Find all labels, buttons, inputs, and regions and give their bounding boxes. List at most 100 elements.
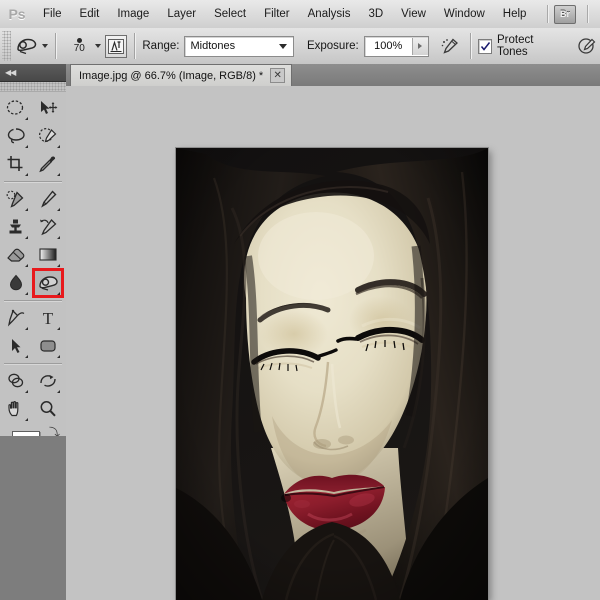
- photoshop-logo-icon: Ps: [8, 6, 26, 22]
- menu-item-3d[interactable]: 3D: [359, 1, 392, 27]
- tools-panel: ◀◀ T ⤵: [0, 64, 71, 511]
- exposure-slider-arrow[interactable]: [411, 37, 428, 55]
- close-icon[interactable]: ✕: [270, 68, 286, 83]
- lasso-tool-icon: [7, 128, 25, 144]
- document-canvas[interactable]: [176, 148, 488, 600]
- flyout-corner-icon: [57, 173, 60, 176]
- menu-item-window[interactable]: Window: [435, 1, 494, 27]
- marquee-tool[interactable]: [2, 95, 30, 121]
- left-gutter-below-tools: [0, 436, 67, 600]
- flyout-corner-icon: [57, 264, 60, 267]
- launch-bridge-button[interactable]: Br: [554, 4, 576, 24]
- menu-item-help[interactable]: Help: [494, 1, 536, 27]
- tools-panel-drag-grip[interactable]: [0, 82, 66, 92]
- menu-item-layer[interactable]: Layer: [158, 1, 205, 27]
- tool-preset-picker-arrow[interactable]: [42, 44, 49, 48]
- tools-divider: [4, 300, 62, 301]
- dodge-tool-icon: [39, 276, 58, 291]
- portrait-photograph: [176, 148, 488, 600]
- spot-healing-brush-icon: [6, 190, 24, 208]
- blur-tool-icon: [9, 274, 23, 291]
- menu-item-file[interactable]: File: [34, 1, 71, 27]
- document-tab-title: Image.jpg @ 66.7% (Image, RGB/8) *: [79, 69, 264, 82]
- hand-tool[interactable]: [2, 396, 30, 422]
- 3d-camera-rotate-tool[interactable]: [34, 368, 62, 394]
- brush-picker-arrow[interactable]: [94, 44, 101, 48]
- range-value: Midtones: [190, 40, 236, 52]
- tool-row: [0, 395, 66, 423]
- protect-tones-row[interactable]: Protect Tones: [477, 34, 568, 58]
- pen-tool[interactable]: [2, 305, 30, 331]
- gradient-tool[interactable]: [34, 242, 62, 268]
- flyout-corner-icon: [57, 292, 60, 295]
- menu-bar-edge: [594, 1, 600, 27]
- tool-row: T: [0, 304, 66, 332]
- eyedropper-tool-icon: [39, 156, 56, 173]
- dodge-tool-icon[interactable]: [13, 33, 40, 59]
- quick-selection-tool[interactable]: [34, 123, 62, 149]
- double-chevron-left-icon[interactable]: ◀◀: [5, 68, 16, 77]
- menu-item-image[interactable]: Image: [108, 1, 158, 27]
- tool-row: [0, 94, 66, 122]
- pen-tool-icon: [7, 309, 25, 327]
- tool-row: [0, 241, 66, 269]
- eyedropper-tool[interactable]: [34, 151, 62, 177]
- menu-item-filter[interactable]: Filter: [255, 1, 299, 27]
- tools-panel-collapse-header[interactable]: ◀◀: [0, 64, 71, 82]
- brush-preset-picker-icon[interactable]: [104, 34, 128, 58]
- eraser-tool[interactable]: [2, 242, 30, 268]
- 3d-object-rotate-tool[interactable]: [2, 368, 30, 394]
- menu-item-analysis[interactable]: Analysis: [299, 1, 360, 27]
- flyout-corner-icon: [57, 390, 60, 393]
- document-tab-strip: Image.jpg @ 66.7% (Image, RGB/8) * ✕: [66, 64, 600, 87]
- flyout-corner-icon: [57, 355, 60, 358]
- brush-tool-icon: [41, 190, 57, 208]
- blur-tool[interactable]: [2, 270, 30, 296]
- move-tool[interactable]: [34, 95, 62, 121]
- brush-tool[interactable]: [34, 186, 62, 212]
- zoom-tool[interactable]: [34, 396, 62, 422]
- menu-bar-separator: [547, 5, 548, 23]
- 3d-camera-rotate-icon: [40, 375, 56, 387]
- tool-options-bar: 70 Range: Midtones Exposure: 100% Protec…: [0, 28, 600, 65]
- quick-selection-tool-icon: [38, 127, 57, 143]
- marquee-tool-icon: [6, 100, 24, 115]
- airbrush-icon[interactable]: [436, 33, 463, 59]
- menu-item-view[interactable]: View: [392, 1, 435, 27]
- zoom-tool-icon: [40, 401, 56, 417]
- flyout-corner-icon: [25, 390, 28, 393]
- path-selection-tool[interactable]: [2, 333, 30, 359]
- crop-tool[interactable]: [2, 151, 30, 177]
- tool-row: [0, 213, 66, 241]
- flyout-corner-icon: [25, 208, 28, 211]
- checkmark-icon: [480, 41, 490, 51]
- lasso-tool[interactable]: [2, 123, 30, 149]
- exposure-field[interactable]: 100%: [363, 35, 429, 57]
- flyout-corner-icon: [25, 355, 28, 358]
- clone-stamp-tool-icon: [9, 219, 22, 234]
- history-brush-tool[interactable]: [34, 214, 62, 240]
- shape-tool[interactable]: [34, 333, 62, 359]
- menu-item-edit[interactable]: Edit: [71, 1, 109, 27]
- exposure-value: 100%: [374, 39, 403, 52]
- document-tab[interactable]: Image.jpg @ 66.7% (Image, RGB/8) * ✕: [70, 64, 293, 86]
- type-tool[interactable]: T: [34, 305, 62, 331]
- spot-healing-brush-tool[interactable]: [2, 186, 30, 212]
- gradient-tool-icon: [39, 248, 57, 261]
- protect-tones-checkbox[interactable]: [477, 38, 492, 54]
- move-tool-icon: [41, 101, 58, 114]
- canvas-workspace[interactable]: [66, 86, 600, 600]
- tools-divider: [4, 363, 62, 364]
- tablet-pressure-icon[interactable]: [574, 33, 600, 59]
- clone-stamp-tool[interactable]: [2, 214, 30, 240]
- brush-size-picker[interactable]: 70: [67, 31, 92, 61]
- range-dropdown[interactable]: Midtones: [184, 35, 294, 57]
- flyout-corner-icon: [25, 264, 28, 267]
- options-bar-drag-grip[interactable]: [2, 31, 11, 61]
- tool-row: [0, 122, 66, 150]
- 3d-object-rotate-icon: [8, 373, 24, 388]
- flyout-corner-icon: [57, 327, 60, 330]
- dodge-tool[interactable]: [32, 268, 64, 298]
- tool-row: [0, 367, 66, 395]
- menu-item-select[interactable]: Select: [205, 1, 255, 27]
